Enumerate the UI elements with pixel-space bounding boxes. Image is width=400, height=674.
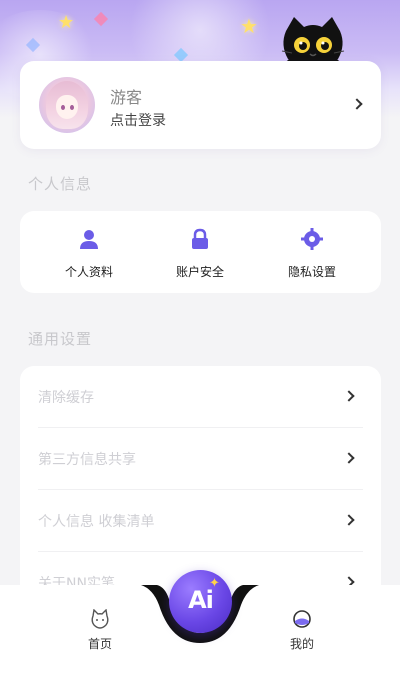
gear-icon (301, 228, 323, 250)
ai-assistant-button[interactable]: ✦ Ai (169, 570, 232, 633)
section-title-personal-info: 个人信息 (28, 175, 93, 193)
tab-mine[interactable]: 我的 (262, 585, 342, 674)
chevron-right-icon (343, 514, 355, 526)
profile-name: 游客 (110, 88, 143, 107)
account-security-label: 账户安全 (175, 265, 224, 279)
account-security-item[interactable]: 账户安全 (140, 211, 260, 293)
star-icon: ★ (58, 12, 75, 33)
tab-mine-label: 我的 (289, 637, 314, 651)
clear-cache-label: 清除缓存 (38, 390, 94, 406)
profile-card[interactable] (20, 61, 381, 149)
planet-icon (293, 610, 311, 628)
personal-info-list-label: 个人信息 收集清单 (38, 514, 155, 530)
clear-cache-row[interactable]: 清除缓存 (38, 366, 363, 428)
cat-face-icon (91, 609, 109, 629)
avatar (39, 77, 95, 133)
tab-home[interactable]: 首页 (60, 585, 140, 674)
login-prompt[interactable]: 点击登录 (110, 110, 166, 130)
tab-home-label: 首页 (87, 637, 112, 651)
chevron-right-icon (343, 390, 355, 402)
privacy-settings-item[interactable]: 隐私设置 (252, 211, 372, 293)
third-party-sharing-label: 第三方信息共享 (38, 452, 136, 468)
user-icon (80, 230, 98, 249)
chevron-right-icon (343, 452, 355, 464)
star-icon: ★ (240, 14, 258, 38)
personal-profile-item[interactable]: 个人资料 (29, 211, 149, 293)
sparkle-icon (93, 11, 109, 27)
personal-info-card: 个人资料 账户安全 隐私设置 (20, 211, 381, 293)
ai-button-label: Ai (188, 586, 214, 614)
lock-icon (192, 228, 208, 249)
third-party-sharing-row[interactable]: 第三方信息共享 (38, 428, 363, 490)
chevron-right-icon (351, 98, 363, 110)
personal-info-list-row[interactable]: 个人信息 收集清单 (38, 490, 363, 552)
section-title-general-settings: 通用设置 (28, 330, 93, 348)
privacy-settings-label: 隐私设置 (287, 265, 336, 279)
personal-profile-label: 个人资料 (64, 265, 113, 279)
